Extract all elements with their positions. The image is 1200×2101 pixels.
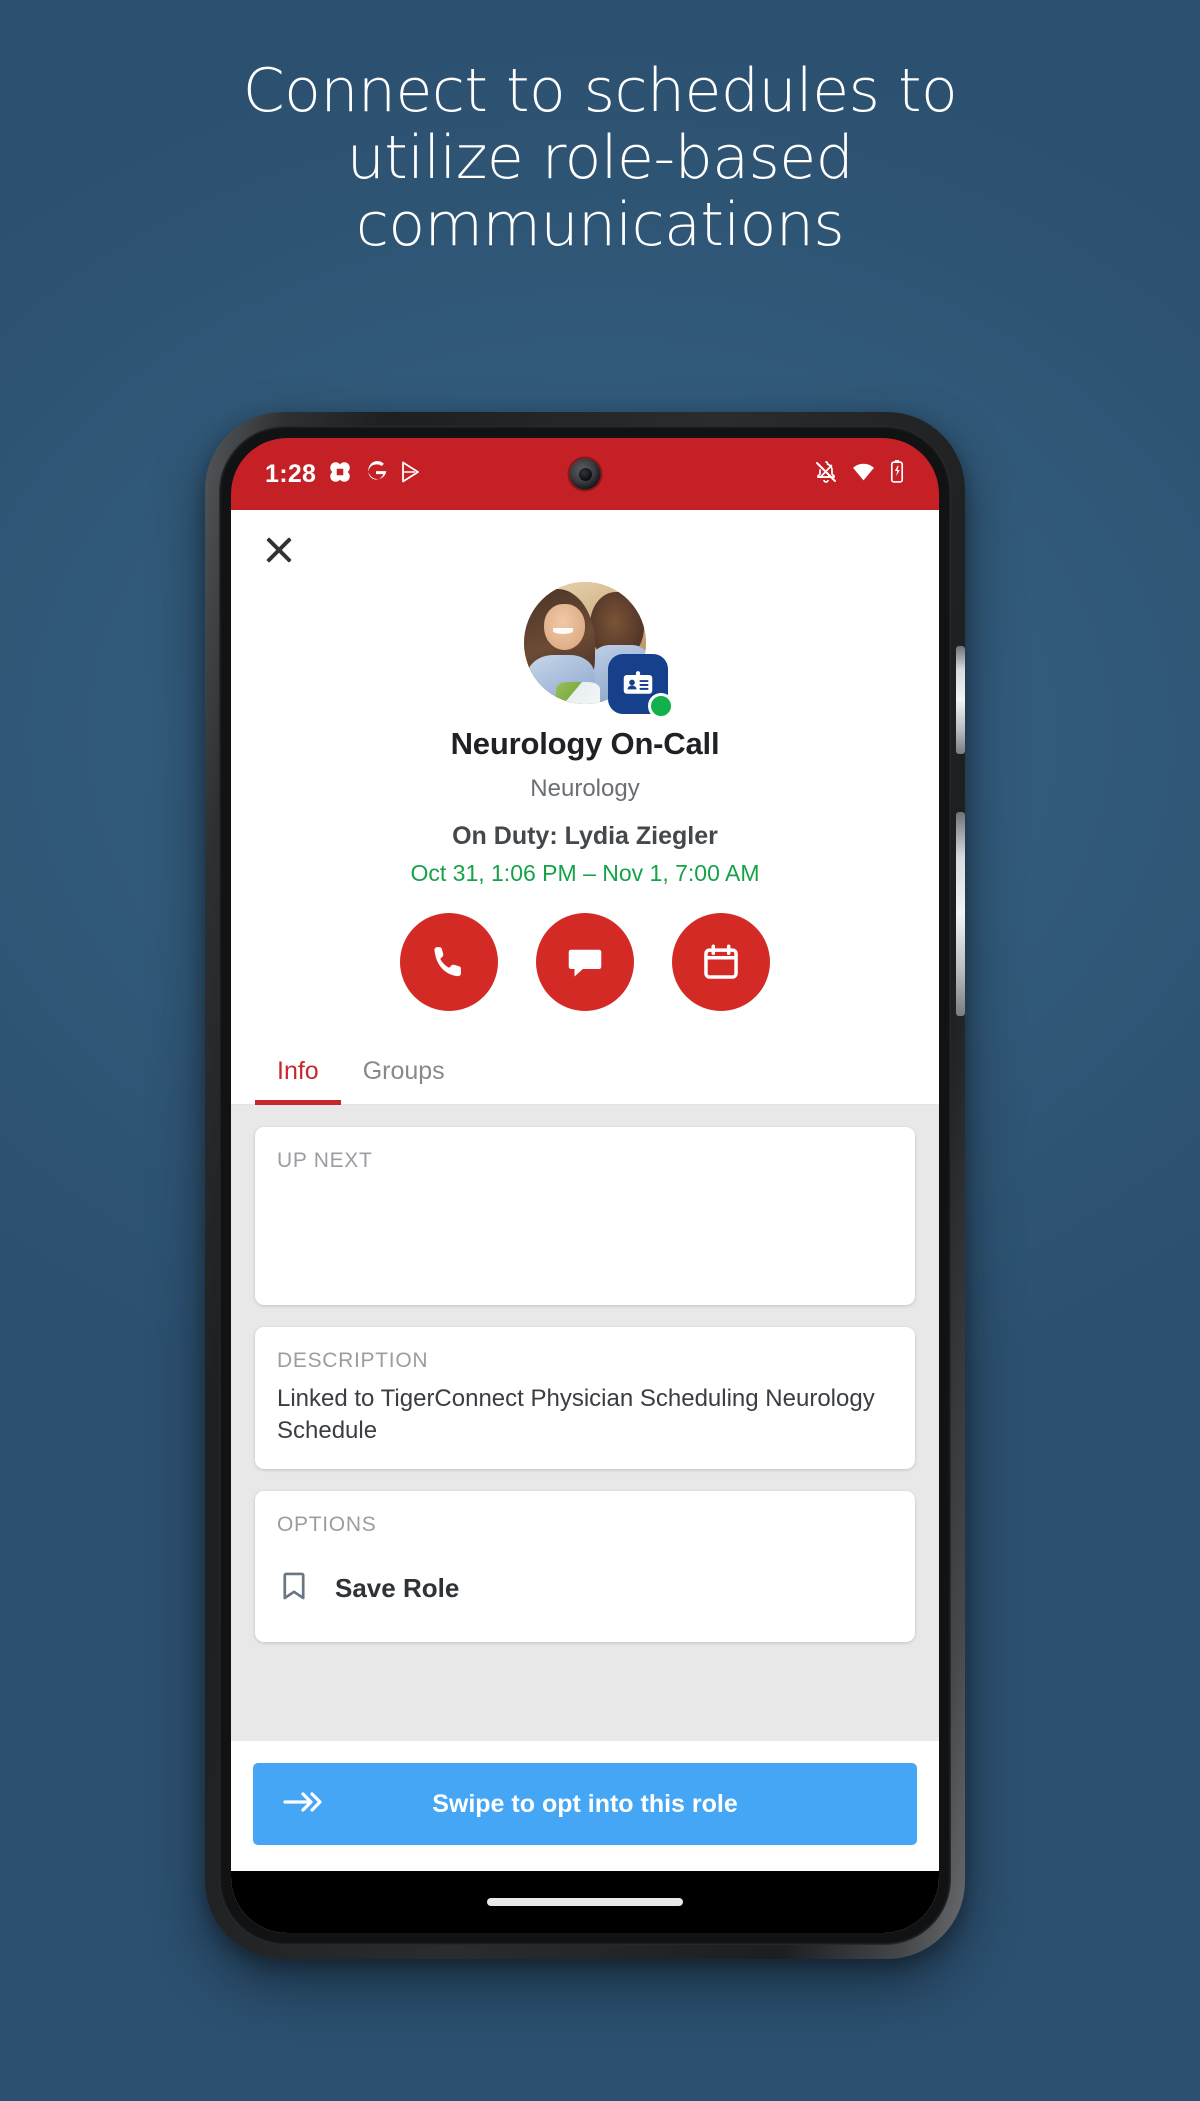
up-next-label: UP NEXT xyxy=(277,1149,373,1172)
option-save-role[interactable]: Save Role xyxy=(277,1569,893,1608)
tab-content-info: UP NEXT DESCRIPTION Linked to TigerConne… xyxy=(231,1105,939,1741)
avatar-wrapper xyxy=(524,582,674,719)
phone-power-button[interactable] xyxy=(956,812,965,1016)
status-bar-left: 1:28 xyxy=(265,459,423,490)
description-label: DESCRIPTION xyxy=(277,1349,429,1372)
presence-status-dot xyxy=(648,693,674,719)
headline-line-1: Connect to schedules to xyxy=(242,56,958,126)
role-profile-header: Neurology On-Call Neurology On Duty: Lyd… xyxy=(231,576,939,1011)
battery-charging-icon xyxy=(889,459,905,489)
swipe-opt-in-button[interactable]: Swipe to opt into this role xyxy=(253,1763,917,1845)
call-button[interactable] xyxy=(400,913,498,1011)
app-topbar xyxy=(231,510,939,576)
description-body: Linked to TigerConnect Physician Schedul… xyxy=(277,1385,875,1444)
schedule-button[interactable] xyxy=(672,913,770,1011)
play-store-icon xyxy=(399,460,423,489)
action-buttons xyxy=(251,913,919,1011)
phone-icon xyxy=(434,947,461,977)
status-bar: 1:28 xyxy=(231,438,939,510)
role-name: Neurology On-Call xyxy=(450,726,720,761)
on-duty-text: On Duty: Lydia Ziegler xyxy=(452,822,718,850)
wifi-icon xyxy=(851,459,876,489)
status-bar-clock: 1:28 xyxy=(265,459,317,488)
card-options: OPTIONS Save Role xyxy=(255,1490,915,1642)
status-bar-right xyxy=(814,459,905,489)
card-up-next: UP NEXT xyxy=(255,1127,915,1305)
gesture-handle[interactable] xyxy=(487,1898,683,1906)
close-icon[interactable] xyxy=(261,532,297,568)
tigerconnect-icon xyxy=(327,459,353,490)
tab-groups[interactable]: Groups xyxy=(341,1041,467,1104)
phone-mockup: 1:28 Neurology On-Call Neurology On Duty… xyxy=(205,412,965,1959)
calendar-icon xyxy=(704,944,738,979)
options-label: OPTIONS xyxy=(277,1512,377,1536)
swipe-action-area: Swipe to opt into this role xyxy=(231,1741,939,1871)
phone-bezel: 1:28 Neurology On-Call Neurology On Duty… xyxy=(219,426,951,1945)
bookmark-icon xyxy=(277,1569,311,1608)
chat-bubble-icon xyxy=(568,949,602,977)
role-department: Neurology xyxy=(530,775,640,802)
option-save-role-label: Save Role xyxy=(335,1572,460,1603)
front-camera xyxy=(569,458,601,490)
swipe-opt-in-label: Swipe to opt into this role xyxy=(432,1789,738,1818)
tab-info[interactable]: Info xyxy=(255,1041,341,1105)
tab-info-label: Info xyxy=(277,1057,319,1085)
page-headline: Connect to schedules to utilize role-bas… xyxy=(0,56,1200,261)
google-icon xyxy=(364,460,388,489)
headline-line-3: communications xyxy=(355,190,845,261)
detail-tabs: Info Groups xyxy=(231,1041,939,1105)
phone-screen: 1:28 Neurology On-Call Neurology On Duty… xyxy=(231,438,939,1933)
shift-time-range: Oct 31, 1:06 PM – Nov 1, 7:00 AM xyxy=(410,860,760,886)
message-button[interactable] xyxy=(536,913,634,1011)
headline-line-2: utilize role-based xyxy=(346,123,854,194)
tab-groups-label: Groups xyxy=(362,1057,445,1085)
phone-volume-button[interactable] xyxy=(956,646,965,754)
app-container: Neurology On-Call Neurology On Duty: Lyd… xyxy=(231,510,939,1933)
android-nav-bar xyxy=(231,1871,939,1933)
card-description: DESCRIPTION Linked to TigerConnect Physi… xyxy=(255,1327,915,1469)
notifications-off-icon xyxy=(814,460,838,489)
